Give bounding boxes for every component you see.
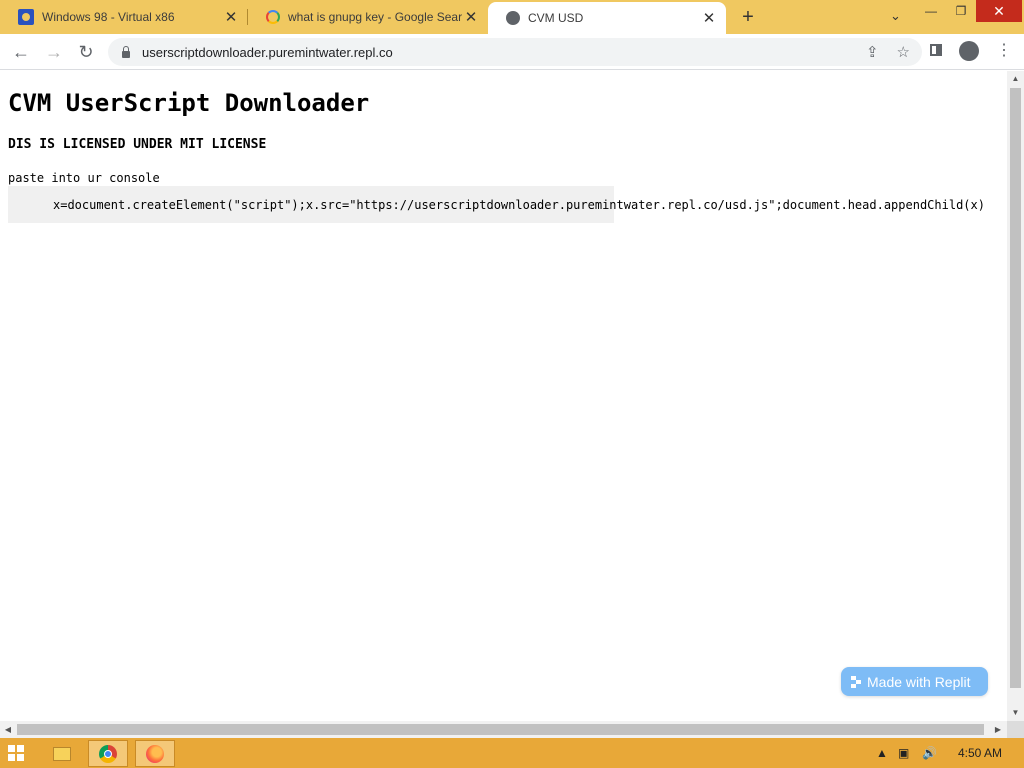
tab-google-search[interactable]: what is gnupg key - Google Search ✕ (248, 0, 488, 34)
lock-icon[interactable] (122, 45, 130, 58)
back-arrow-icon[interactable]: ← (9, 40, 33, 64)
instruction-text: paste into ur console (8, 171, 160, 185)
tab-title: CVM USD (528, 11, 584, 25)
taskbar-file-explorer[interactable] (42, 740, 82, 767)
vertical-scroll-thumb[interactable] (1010, 88, 1021, 688)
scroll-up-icon[interactable]: ▲ (1007, 71, 1024, 87)
profile-avatar-icon[interactable] (959, 41, 979, 61)
taskbar-chrome[interactable] (88, 740, 128, 767)
google-favicon (266, 10, 280, 24)
browser-toolbar: ← → ↻ userscriptdownloader.puremintwater… (0, 34, 1024, 70)
chrome-icon (99, 744, 117, 763)
close-icon[interactable]: ✕ (222, 8, 240, 26)
restore-icon[interactable]: ❐ (946, 0, 976, 22)
more-menu-icon[interactable]: ⋮ (996, 41, 1012, 61)
scroll-down-icon[interactable]: ▼ (1007, 705, 1024, 721)
tab-title: Windows 98 - Virtual x86 (42, 10, 175, 24)
scrollbar-corner (1007, 721, 1024, 738)
folder-icon (53, 746, 71, 761)
tab-windows98[interactable]: Windows 98 - Virtual x86 ✕ (0, 0, 248, 34)
badge-label: Made with Replit (867, 673, 971, 690)
share-icon[interactable]: ⇪ (866, 43, 879, 61)
minimize-icon[interactable]: — (916, 0, 946, 22)
tray-chevron-up-icon[interactable]: ▲ (876, 746, 888, 760)
scroll-left-icon[interactable]: ◀ (0, 721, 16, 738)
page-title: CVM UserScript Downloader (8, 89, 370, 117)
new-tab-icon[interactable]: + (736, 6, 760, 29)
horizontal-scroll-thumb[interactable] (17, 724, 984, 735)
scroll-right-icon[interactable]: ▶ (990, 721, 1006, 738)
volume-icon[interactable]: 🔊 (922, 746, 937, 760)
tab-cvm-usd[interactable]: CVM USD ✕ (488, 2, 726, 34)
forward-arrow-icon[interactable]: → (42, 40, 66, 64)
window-close-icon[interactable]: ✕ (976, 0, 1022, 22)
made-with-replit-button[interactable]: Made with Replit (841, 667, 988, 696)
page-content: CVM UserScript Downloader DIS IS LICENSE… (0, 71, 1007, 721)
firefox-icon (146, 744, 164, 763)
license-heading: DIS IS LICENSED UNDER MIT LICENSE (8, 137, 267, 152)
replit-logo-icon (851, 675, 861, 688)
taskbar-clock[interactable]: 4:50 AM (958, 746, 1002, 760)
tab-strip: Windows 98 - Virtual x86 ✕ what is gnupg… (0, 0, 1024, 34)
close-icon[interactable]: ✕ (700, 9, 718, 27)
bookmark-star-icon[interactable]: ☆ (897, 43, 910, 61)
url-text: userscriptdownloader.puremintwater.repl.… (142, 44, 393, 60)
taskbar (0, 738, 1024, 768)
windows98-favicon (18, 9, 34, 25)
network-icon[interactable]: ▣ (898, 746, 909, 760)
window-controls: — ❐ ✕ (916, 0, 1022, 22)
tab-title: what is gnupg key - Google Search (288, 10, 462, 24)
tab-search-chevron-icon[interactable]: ⌄ (890, 8, 901, 24)
windows-start-icon[interactable] (8, 745, 24, 761)
globe-icon (506, 11, 520, 25)
reload-icon[interactable]: ↻ (74, 40, 98, 64)
taskbar-firefox[interactable] (135, 740, 175, 767)
close-icon[interactable]: ✕ (462, 8, 480, 26)
address-bar[interactable]: userscriptdownloader.puremintwater.repl.… (108, 38, 922, 66)
horizontal-scrollbar[interactable]: ◀ ▶ (0, 721, 1007, 738)
code-snippet[interactable]: x=document.createElement("script");x.src… (53, 198, 985, 212)
side-panel-icon[interactable] (930, 44, 942, 56)
vertical-scrollbar[interactable]: ▲ ▼ (1007, 71, 1024, 721)
